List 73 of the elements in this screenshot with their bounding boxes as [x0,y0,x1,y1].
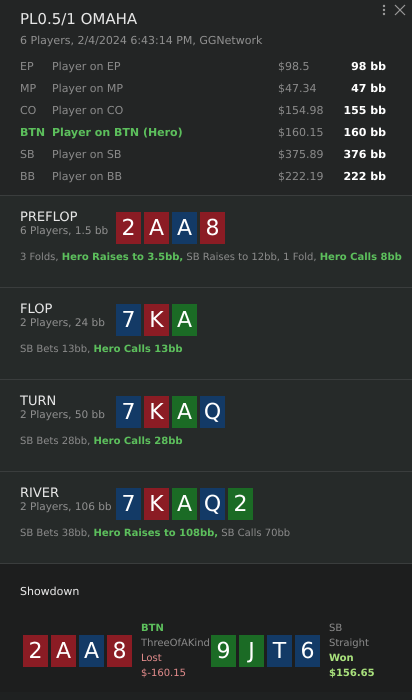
street-info: 6 Players, 1.5 bb [20,225,110,237]
player-stack: 376 bb [342,147,386,163]
action-summary: SB Bets 28bb, Hero Calls 28bb [20,436,183,447]
player-name: Player on EP [52,59,122,75]
player-position: CO [20,103,38,119]
playing-card: 7 [116,396,141,428]
street-info: 2 Players, 50 bb [20,409,106,421]
playing-card: 2 [23,635,48,667]
street-name: FLOP [20,302,54,317]
player-money: $375.89 [278,147,324,163]
playing-card: A [172,304,197,336]
hand-rank: Straight [329,638,369,649]
player-position: SB [20,147,36,163]
playing-card: 8 [107,635,132,667]
action-summary: SB Bets 38bb, Hero Raises to 108bb, SB Calls 70bb [20,528,290,539]
playing-card: 9 [211,635,236,667]
playing-card: K [144,488,169,520]
player-position: BTN [20,125,46,141]
player-position: MP [20,81,38,97]
street-name: TURN [20,394,58,409]
player-position: BB [20,169,36,185]
hand-rank: ThreeOfAKind [141,638,210,649]
street-name: RIVER [20,486,60,501]
street-info: 2 Players, 24 bb [20,317,106,329]
more-icon[interactable] [382,4,386,16]
playing-card: 2 [116,212,141,244]
showdown-title: Showdown [20,585,80,598]
street-name: PREFLOP [20,210,78,225]
result-label: Won [329,653,354,664]
player-stack: 47 bb [350,81,386,97]
player-money: $222.19 [278,169,324,185]
player-name: Player on BB [52,169,124,185]
hand-title: PL0.5/1 OMAHA [20,10,138,28]
showdown-position: BTN [141,623,164,634]
action-summary: 3 Folds, Hero Raises to 3.5bb, SB Raises to 12bb, 1 Fold, Hero Calls 8bb [20,252,402,263]
playing-card: K [144,304,169,336]
result-label: Lost [141,653,162,664]
playing-card: A [144,212,169,244]
player-name: Player on BTN (Hero) [52,125,184,141]
player-stack: 98 bb [350,59,386,75]
player-stack: 160 bb [342,125,386,141]
result-amount: $156.65 [329,668,375,679]
playing-card: T [267,635,292,667]
player-stack: 222 bb [342,169,386,185]
player-money: $47.34 [278,81,318,97]
street-info: 2 Players, 106 bb [20,501,113,513]
playing-card: A [172,488,197,520]
player-name: Player on SB [52,147,122,163]
playing-card: K [144,396,169,428]
player-name: Player on CO [52,103,124,119]
player-money: $160.15 [278,125,324,141]
player-position: EP [20,59,35,75]
playing-card: 6 [295,635,320,667]
showdown-position: SB [329,623,342,634]
playing-card: 7 [116,304,141,336]
playing-card: A [172,212,197,244]
playing-card: 8 [200,212,225,244]
player-money: $154.98 [278,103,324,119]
hand-subtitle: 6 Players, 2/4/2024 6:43:14 PM, GGNetwork [20,34,262,47]
playing-card: A [172,396,197,428]
playing-card: 7 [116,488,141,520]
playing-card: J [239,635,264,667]
player-stack: 155 bb [342,103,386,119]
result-amount: $-160.15 [141,668,186,679]
action-summary: SB Bets 13bb, Hero Calls 13bb [20,344,183,355]
playing-card: Q [200,488,225,520]
playing-card: Q [200,396,225,428]
close-icon[interactable] [394,4,406,16]
player-name: Player on MP [52,81,124,97]
playing-card: 2 [228,488,253,520]
playing-card: A [79,635,104,667]
player-money: $98.5 [278,59,310,75]
playing-card: A [51,635,76,667]
